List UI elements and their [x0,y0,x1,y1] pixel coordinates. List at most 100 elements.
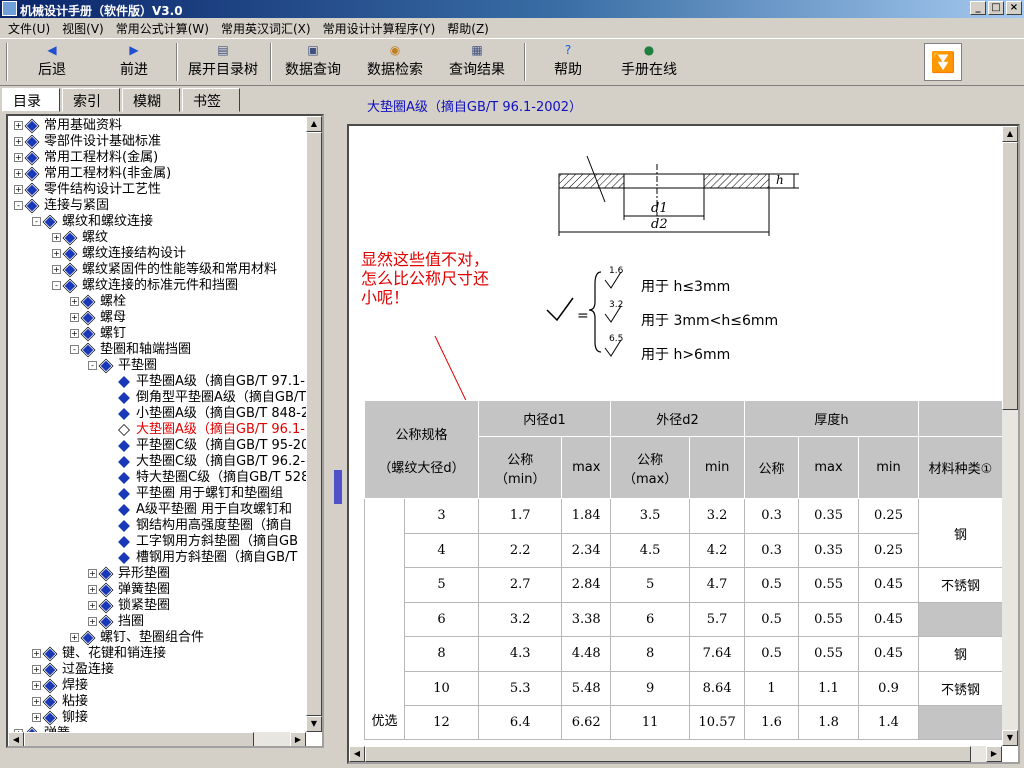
query-result-button[interactable]: ▦ 查询结果 [446,43,508,83]
scroll-thumb[interactable] [1002,142,1018,410]
collapse-minus-icon[interactable]: - [14,201,23,210]
expand-plus-icon[interactable]: + [14,137,23,146]
scroll-up-arrow-icon[interactable]: ▲ [1002,126,1018,142]
tree-item[interactable]: A级平垫圈 用于自攻螺钉和 [118,502,292,518]
close-button[interactable]: × [1006,1,1022,15]
menu-view[interactable]: 视图(V) [56,18,110,38]
tab-bookmarks[interactable]: 书签 [182,88,240,112]
tree-item[interactable]: 钢结构用高强度垫圈（摘自 [118,518,292,534]
collapse-minus-icon[interactable]: - [52,281,61,290]
tree-item[interactable]: 平垫圈C级（摘自GB/T 95-20 [118,438,309,454]
tab-index[interactable]: 索引 [62,88,120,112]
scroll-up-arrow-icon[interactable]: ▲ [306,116,322,132]
tree-item[interactable]: + 螺钉、垫圈组合件 [70,630,204,646]
back-button[interactable]: ◀ 后退 [30,43,74,83]
expand-plus-icon[interactable]: + [52,233,61,242]
document-horizontal-scrollbar[interactable]: ◀ ▶ [349,746,1002,762]
tree-item[interactable]: + 粘接 [32,694,88,710]
expand-plus-icon[interactable]: + [52,249,61,258]
tree-item[interactable]: + 零部件设计基础标准 [14,134,161,150]
tree-item[interactable]: 特大垫圈C级（摘自GB/T 528 [118,470,309,486]
tree-item[interactable]: 平垫圈 用于螺钉和垫圈组 [118,486,283,502]
tree-item[interactable]: + 螺母 [70,310,126,326]
minimize-button[interactable]: _ [970,1,986,15]
expand-plus-icon[interactable]: + [70,329,79,338]
scroll-left-arrow-icon[interactable]: ◀ [349,746,365,762]
scroll-left-arrow-icon[interactable]: ◀ [8,732,24,746]
tree-item[interactable]: 槽钢用方斜垫圈（摘自GB/T [118,550,297,566]
scroll-right-arrow-icon[interactable]: ▶ [290,732,306,746]
scroll-thumb[interactable] [365,746,971,762]
expand-plus-icon[interactable]: + [14,153,23,162]
expand-plus-icon[interactable]: + [14,185,23,194]
expand-plus-icon[interactable]: + [88,617,97,626]
tree-item[interactable]: 大垫圈C级（摘自GB/T 96.2- [118,454,305,470]
scroll-thumb[interactable] [306,132,322,716]
tree-horizontal-scrollbar[interactable]: ◀ ▶ [8,732,306,746]
tree-item[interactable]: + 螺纹 [52,230,108,246]
tree-item[interactable]: + 异形垫圈 [88,566,170,582]
tree-item[interactable]: + 常用工程材料(金属) [14,150,158,166]
help-button[interactable]: ? 帮助 [550,43,586,83]
expand-plus-icon[interactable]: + [88,569,97,578]
tree-item[interactable]: + 常用基础资料 [14,118,122,134]
tree-item[interactable]: + 螺钉 [70,326,126,342]
splitter-grip[interactable] [334,470,342,504]
document-vertical-scrollbar[interactable]: ▲ ▼ [1002,126,1018,746]
expand-plus-icon[interactable]: + [32,665,41,674]
maximize-button[interactable]: □ [988,1,1004,15]
tab-fuzzy[interactable]: 模糊 [122,88,180,112]
tree-item[interactable]: 大垫圈A级（摘自GB/T 96.1- [118,422,305,438]
expand-plus-icon[interactable]: + [70,313,79,322]
menu-file[interactable]: 文件(U) [2,18,56,38]
tree-item[interactable]: 倒角型平垫圈A级（摘自GB/T [118,390,306,406]
scroll-thumb[interactable] [24,732,254,746]
tree-item[interactable]: - 螺纹连接的标准元件和挡圈 [52,278,238,294]
tree-item[interactable]: - 螺纹和螺纹连接 [32,214,153,230]
menu-help[interactable]: 帮助(Z) [441,18,495,38]
tree-item[interactable]: + 螺纹连接结构设计 [52,246,186,262]
expand-tree-button[interactable]: ▤ 展开目录树 [184,43,262,83]
collapse-down-button[interactable]: ⏬ [924,43,962,81]
collapse-minus-icon[interactable]: - [32,217,41,226]
tab-contents[interactable]: 目录 [2,88,60,112]
expand-plus-icon[interactable]: + [70,297,79,306]
expand-plus-icon[interactable]: + [32,649,41,658]
expand-plus-icon[interactable]: + [32,713,41,722]
tree-item[interactable]: + 键、花键和销连接 [32,646,166,662]
data-query-button[interactable]: ▣ 数据查询 [282,43,344,83]
tree-vertical-scrollbar[interactable]: ▲ ▼ [306,116,322,732]
collapse-minus-icon[interactable]: - [70,345,79,354]
tree-item[interactable]: + 焊接 [32,678,88,694]
tree-item[interactable]: + 挡圈 [88,614,144,630]
expand-plus-icon[interactable]: + [14,121,23,130]
forward-button[interactable]: ▶ 前进 [112,43,156,83]
tree-item[interactable]: 小垫圈A级（摘自GB/T 848-2 [118,406,309,422]
tree-item[interactable]: + 螺纹紧固件的性能等级和常用材料 [52,262,277,278]
expand-plus-icon[interactable]: + [52,265,61,274]
menu-programs[interactable]: 常用设计计算程序(Y) [317,18,442,38]
data-search-button[interactable]: ◉ 数据检索 [364,43,426,83]
collapse-minus-icon[interactable]: - [88,361,97,370]
tree-item[interactable]: - 垫圈和轴端挡圈 [70,342,191,358]
scroll-down-arrow-icon[interactable]: ▼ [1002,730,1018,746]
tree-item[interactable]: - 平垫圈 [88,358,157,374]
tree-item[interactable]: - 连接与紧固 [14,198,109,214]
tree-item[interactable]: + 零件结构设计工艺性 [14,182,161,198]
tree-item[interactable]: + 弹簧垫圈 [88,582,170,598]
online-button[interactable]: ● 手册在线 [618,43,680,83]
tree-item[interactable]: 工字钢用方斜垫圈（摘自GB [118,534,298,550]
expand-plus-icon[interactable]: + [88,585,97,594]
tree-item[interactable]: + 螺栓 [70,294,126,310]
expand-plus-icon[interactable]: + [32,681,41,690]
tree-item[interactable]: + 过盈连接 [32,662,114,678]
menu-glossary[interactable]: 常用英汉词汇(X) [215,18,317,38]
pane-splitter[interactable] [333,86,343,768]
scroll-right-arrow-icon[interactable]: ▶ [986,746,1002,762]
tree-item[interactable]: + 常用工程材料(非金属) [14,166,171,182]
scroll-down-arrow-icon[interactable]: ▼ [306,716,322,732]
expand-plus-icon[interactable]: + [14,169,23,178]
menu-formulas[interactable]: 常用公式计算(W) [110,18,215,38]
tree-item[interactable]: + 铆接 [32,710,88,726]
expand-plus-icon[interactable]: + [70,633,79,642]
